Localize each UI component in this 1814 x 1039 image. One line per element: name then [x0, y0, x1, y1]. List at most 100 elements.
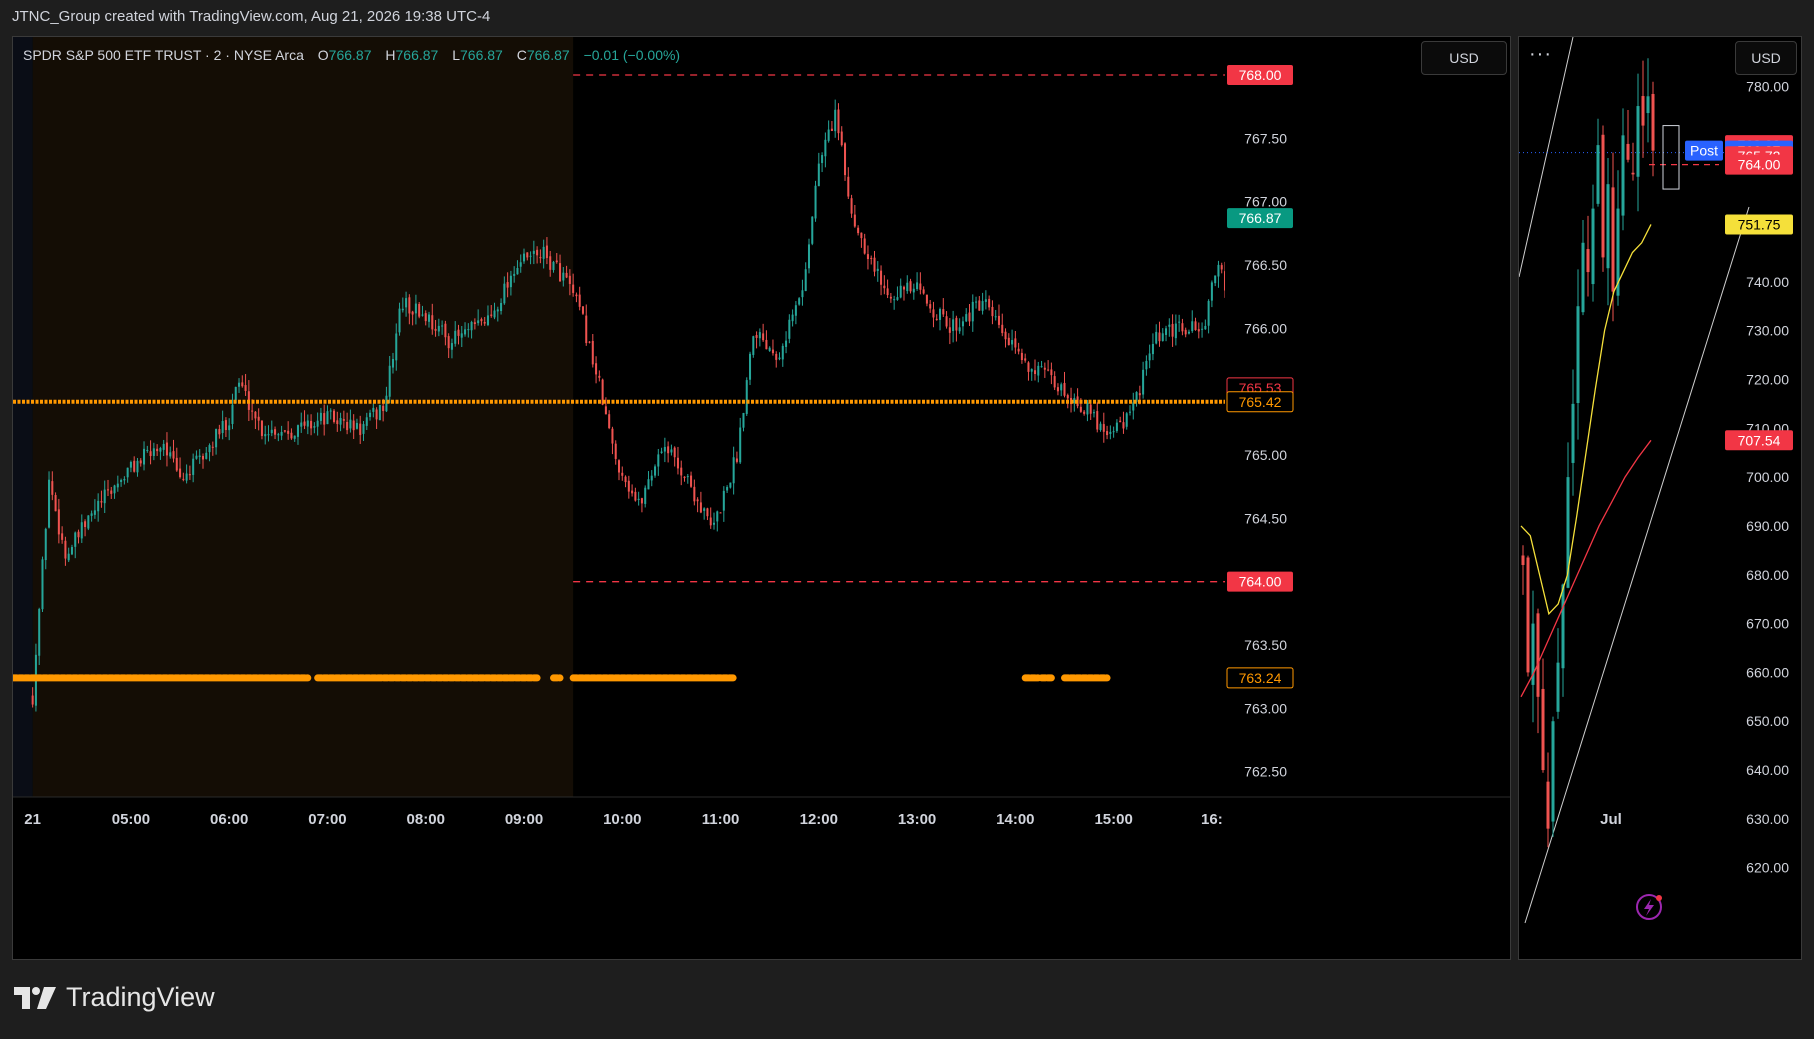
- candle-body: [44, 528, 47, 561]
- candle-body: [179, 468, 182, 478]
- candle-body: [483, 321, 486, 324]
- candle-body: [277, 434, 280, 436]
- candle-body: [418, 303, 421, 317]
- candle-body: [146, 449, 149, 451]
- price-tick-label: 765.00: [1244, 447, 1287, 463]
- candle-body: [293, 435, 296, 439]
- candle-body: [608, 414, 611, 429]
- candle-body: [952, 319, 955, 331]
- candle-body: [110, 490, 113, 494]
- candle-body: [693, 486, 696, 502]
- candle-body: [67, 553, 70, 561]
- candle-body: [1165, 328, 1168, 335]
- candle-body: [496, 309, 499, 312]
- mini-candle-body: [1611, 187, 1615, 292]
- candle-body: [739, 427, 742, 463]
- mini-chart-svg[interactable]: 780.00740.00730.00720.00710.00700.00690.…: [1519, 37, 1801, 959]
- candle-body: [129, 461, 132, 468]
- candle-body: [906, 282, 909, 292]
- main-chart-panel[interactable]: 768.00 767.50 767.00 766.50 766.00 765.00 764.…: [12, 36, 1511, 960]
- price-tick-label: 767.00: [1244, 194, 1287, 210]
- candle-body: [103, 489, 106, 504]
- candle-body: [365, 417, 368, 426]
- candle-body: [729, 482, 732, 488]
- candle-body: [516, 267, 519, 275]
- candle-body: [1109, 431, 1112, 434]
- candle-body: [857, 227, 860, 234]
- candle-body: [634, 491, 637, 501]
- mini-candle-body: [1651, 93, 1655, 151]
- candle-body: [346, 421, 349, 431]
- candle-body: [522, 253, 526, 262]
- candle-body: [1004, 331, 1007, 340]
- mini-candle-body: [1546, 781, 1550, 829]
- low-label: L: [452, 47, 461, 63]
- candle-body: [555, 260, 558, 263]
- post-market-tag: Post: [1690, 143, 1718, 159]
- candle-body: [719, 512, 722, 514]
- candle-body: [414, 303, 417, 314]
- candle-body: [703, 508, 706, 511]
- mini-candle-body: [1636, 106, 1640, 177]
- candle-body: [228, 425, 231, 431]
- time-tick-label: 15:00: [1094, 811, 1132, 828]
- mini-candle-body: [1581, 242, 1585, 313]
- candle-body: [372, 407, 375, 412]
- candle-body: [513, 273, 516, 276]
- symbol-name[interactable]: SPDR S&P 500 ETF TRUST · 2 · NYSE Arca: [23, 47, 304, 63]
- mini-chart-panel[interactable]: 780.00 740.00 730.00 720.00 710.00 700.00 690.…: [1518, 36, 1802, 960]
- candle-body: [165, 442, 168, 456]
- mini-currency-button[interactable]: USD: [1735, 41, 1797, 75]
- time-tick-label: 16:: [1201, 811, 1223, 828]
- mini-price-tick-label: 690.00: [1746, 518, 1789, 534]
- candle-body: [251, 410, 254, 412]
- candle-body: [411, 311, 414, 315]
- candle-body: [984, 299, 987, 302]
- candle-body: [260, 420, 263, 436]
- candle-body: [631, 490, 634, 494]
- candle-body: [1122, 422, 1125, 429]
- candle-body: [886, 288, 889, 296]
- candle-body: [617, 460, 621, 473]
- candle-body: [1027, 362, 1030, 372]
- currency-button[interactable]: USD: [1421, 41, 1507, 75]
- candle-body: [41, 559, 44, 610]
- candle-body: [690, 475, 693, 487]
- main-chart-svg[interactable]: 768.00 767.50 767.00 766.50 766.00 765.00 764.…: [13, 37, 1510, 959]
- candle-body: [1204, 325, 1207, 330]
- candle-body: [238, 382, 241, 387]
- candle-body: [778, 357, 781, 360]
- close-value: 766.87: [526, 47, 570, 63]
- candle-body: [1011, 340, 1014, 345]
- candle-body: [716, 511, 719, 522]
- more-menu-icon[interactable]: ···: [1529, 43, 1552, 66]
- candle-body: [388, 365, 391, 397]
- candle-body: [680, 467, 683, 476]
- candle-body: [464, 329, 467, 335]
- candle-body: [441, 325, 444, 327]
- price-tick-label: 763.00: [1244, 700, 1287, 716]
- candle-body: [1043, 367, 1046, 370]
- mini-price-tick-label: 640.00: [1746, 762, 1789, 778]
- time-tick-label: 09:00: [505, 811, 543, 828]
- candle-body: [559, 263, 562, 282]
- price-label-text: 765.42: [1239, 394, 1282, 410]
- candle-body: [296, 425, 299, 437]
- candle-body: [313, 426, 316, 428]
- candle-body: [500, 302, 503, 312]
- candle-body: [51, 481, 54, 495]
- candle-body: [93, 510, 96, 515]
- candle-body: [444, 323, 447, 338]
- candle-body: [490, 314, 493, 316]
- candle-body: [454, 330, 457, 344]
- candle-body: [349, 419, 352, 429]
- candle-body: [74, 532, 77, 547]
- close-label: C: [516, 47, 527, 63]
- candle-body: [77, 531, 80, 538]
- mini-price-label-text: 764.00: [1738, 157, 1781, 173]
- candle-body: [978, 300, 981, 311]
- candle-body: [755, 335, 758, 338]
- candle-body: [775, 353, 778, 360]
- candle-body: [742, 412, 745, 428]
- candle-body: [64, 540, 67, 559]
